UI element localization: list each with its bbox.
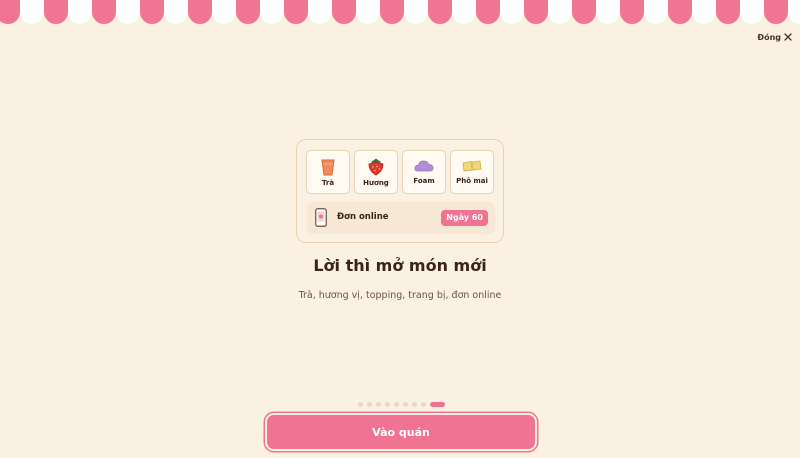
awning-stripe [692,0,716,24]
tile-label: Phô mai [456,177,488,185]
awning-stripe [332,0,356,24]
awning-stripe [68,0,92,24]
awning-stripe [140,0,164,24]
awning-stripe [236,0,260,24]
awning-stripe [620,0,644,24]
pagination-dot-active[interactable] [430,402,445,407]
awning-stripe [596,0,620,24]
page-title: Lời thì mở món mới [313,256,487,275]
pagination-dot[interactable] [358,402,363,407]
strawberry-icon [368,158,384,176]
tile-foam: Foam [402,150,446,194]
awning-decoration [0,0,800,24]
pagination-dot[interactable] [376,402,381,407]
pagination-dot[interactable] [403,402,408,407]
page-subtitle: Trà, hương vị, topping, trang bị, đơn on… [298,290,502,301]
tea-cup-icon [321,159,335,176]
enter-shop-button[interactable]: Vào quán [265,413,537,451]
day-badge: Ngày 60 [441,210,488,226]
awning-stripe [668,0,692,24]
foam-cloud-icon [414,160,434,172]
tile-label: Hương [363,179,389,187]
awning-stripe [92,0,116,24]
tile-cheese: Phô mai [450,150,494,194]
pagination-dot[interactable] [394,402,399,407]
awning-stripe [644,0,668,24]
awning-stripe [284,0,308,24]
close-icon [784,33,792,41]
phone-icon [315,208,327,227]
awning-stripe [308,0,332,24]
online-order-row: Đơn online Ngày 60 [307,202,495,234]
pagination-dot[interactable] [421,402,426,407]
awning-stripe [212,0,236,24]
awning-stripe [500,0,524,24]
online-order-label: Đơn online [337,212,389,222]
cheese-icon [462,160,482,172]
tile-label: Trà [321,179,335,187]
pagination-dot[interactable] [412,402,417,407]
pagination-dot[interactable] [385,402,390,407]
pagination-dots [358,402,445,407]
awning-stripe [260,0,284,24]
awning-stripe [740,0,764,24]
close-button[interactable]: Đóng [757,30,792,44]
awning-stripe [188,0,212,24]
tile-tea: Trà [306,150,350,194]
awning-stripe [428,0,452,24]
awning-stripe [164,0,188,24]
awning-stripe [548,0,572,24]
tile-flavor: Hương [354,150,398,194]
close-label: Đóng [757,32,781,42]
awning-stripe [356,0,380,24]
awning-stripe [44,0,68,24]
awning-stripe [572,0,596,24]
feature-card: Trà Hương Foam Phô mai Đơn online Ngày 6… [296,139,504,243]
awning-stripe [116,0,140,24]
pagination-dot[interactable] [367,402,372,407]
awning-stripe [476,0,500,24]
awning-stripe [788,0,800,24]
awning-stripe [716,0,740,24]
awning-stripe [404,0,428,24]
tile-label: Foam [413,177,435,185]
awning-stripe [524,0,548,24]
awning-stripe [0,0,20,24]
awning-stripe [380,0,404,24]
awning-stripe [452,0,476,24]
awning-stripe [20,0,44,24]
awning-stripe [764,0,788,24]
